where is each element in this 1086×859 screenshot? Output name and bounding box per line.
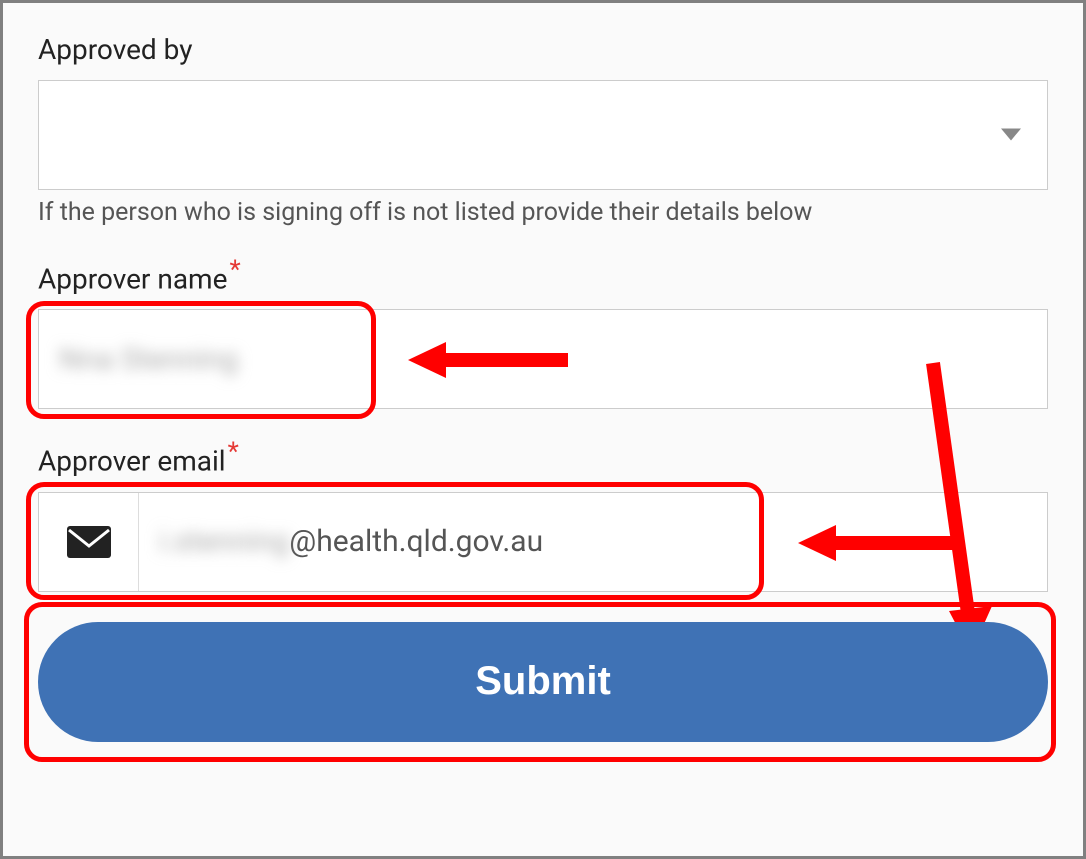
approver-email-label: Approver email* [38, 437, 1048, 477]
chevron-down-icon [1001, 126, 1021, 145]
approver-name-label-text: Approver name [38, 262, 227, 295]
approved-by-select[interactable] [38, 80, 1048, 190]
email-blurred-prefix: i.stenning [159, 524, 289, 559]
form-container: Approved by If the person who is signing… [0, 0, 1086, 859]
approver-email-value: i.stenning@health.qld.gov.au [139, 524, 563, 559]
email-icon [39, 493, 139, 591]
submit-wrap: Submit [38, 622, 1048, 742]
submit-button[interactable]: Submit [38, 622, 1048, 742]
approved-by-label: Approved by [38, 33, 1048, 66]
approver-name-label: Approver name* [38, 255, 1048, 295]
required-asterisk-icon: * [228, 437, 239, 467]
approver-name-group: Approver name* Nna Stenning [38, 255, 1048, 409]
approver-name-value: Nna Stenning [59, 342, 238, 377]
approver-email-wrap: i.stenning@health.qld.gov.au [38, 492, 1048, 592]
submit-label: Submit [475, 659, 611, 704]
approver-email-group: Approver email* i.stenning@health.qld.go… [38, 437, 1048, 591]
approver-name-wrap: Nna Stenning [38, 309, 1048, 409]
approver-email-label-text: Approver email [38, 445, 226, 478]
email-visible-suffix: @health.qld.gov.au [289, 524, 543, 559]
approver-email-input[interactable]: i.stenning@health.qld.gov.au [38, 492, 1048, 592]
approved-by-group: Approved by If the person who is signing… [38, 33, 1048, 227]
required-asterisk-icon: * [229, 255, 240, 285]
approver-name-input[interactable]: Nna Stenning [38, 309, 1048, 409]
approved-by-hint: If the person who is signing off is not … [38, 198, 1048, 227]
